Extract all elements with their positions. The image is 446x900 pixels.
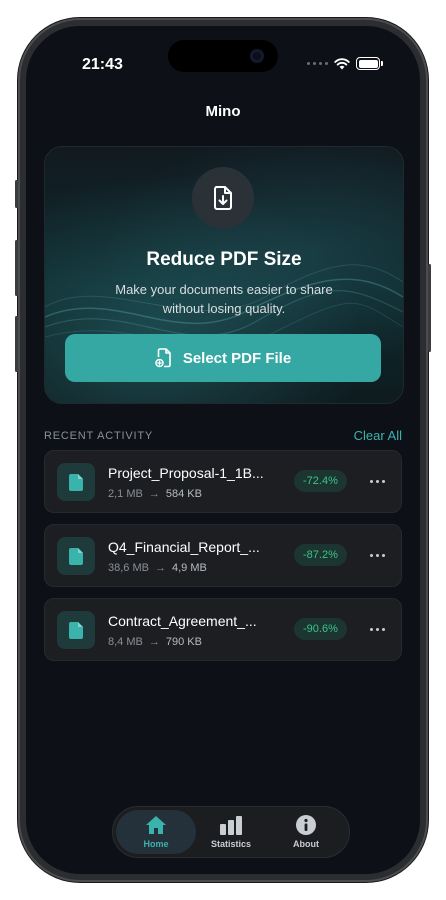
original-size: 2,1 MB	[108, 488, 143, 500]
more-options-icon[interactable]	[365, 544, 389, 566]
tab-about[interactable]: About	[266, 810, 346, 854]
hero-subtitle-line1: Make your documents easier to share	[115, 282, 333, 297]
hero-title: Reduce PDF Size	[146, 249, 302, 270]
list-item[interactable]: Q4_Financial_Report_... 38,6 MB → 4,9 MB…	[44, 524, 402, 587]
bar-chart-icon	[220, 816, 242, 835]
file-name: Q4_Financial_Report_...	[108, 539, 260, 555]
info-icon	[296, 815, 316, 835]
power-button	[428, 264, 431, 352]
tab-statistics-label: Statistics	[210, 839, 252, 849]
status-time: 21:43	[82, 56, 123, 73]
wifi-icon	[334, 57, 350, 69]
tab-home-label: Home	[143, 839, 169, 849]
original-size: 38,6 MB	[108, 562, 149, 574]
file-download-icon	[192, 167, 254, 229]
recent-activity-header: RECENT ACTIVITY Clear All	[44, 428, 402, 443]
hero-subtitle-line2: without losing quality.	[162, 301, 286, 316]
tab-home[interactable]: Home	[116, 810, 196, 854]
volume-up-button	[15, 240, 18, 296]
file-add-icon	[155, 348, 171, 368]
list-item[interactable]: Project_Proposal-1_1B... 2,1 MB → 584 KB…	[44, 450, 402, 513]
original-size: 8,4 MB	[108, 636, 143, 648]
arrow-right-icon: →	[154, 562, 166, 574]
arrow-right-icon: →	[148, 636, 160, 648]
file-name: Contract_Agreement_...	[108, 613, 257, 629]
signal-icon	[307, 62, 328, 65]
status-indicators	[307, 57, 383, 70]
document-icon	[57, 463, 95, 501]
recent-activity-list: Project_Proposal-1_1B... 2,1 MB → 584 KB…	[44, 450, 402, 672]
file-sizes: 38,6 MB → 4,9 MB	[108, 562, 207, 574]
action-button	[15, 180, 18, 208]
dynamic-island	[168, 40, 278, 72]
reduction-badge: -90.6%	[294, 618, 347, 640]
volume-down-button	[15, 316, 18, 372]
file-name: Project_Proposal-1_1B...	[108, 465, 264, 481]
app-title: Mino	[205, 103, 241, 120]
reduction-badge: -87.2%	[294, 544, 347, 566]
file-sizes: 8,4 MB → 790 KB	[108, 636, 202, 648]
more-options-icon[interactable]	[365, 470, 389, 492]
document-icon	[57, 611, 95, 649]
arrow-right-icon: →	[148, 488, 160, 500]
battery-icon	[356, 57, 383, 70]
clear-all-button[interactable]: Clear All	[354, 428, 402, 443]
tab-statistics[interactable]: Statistics	[191, 810, 271, 854]
list-item[interactable]: Contract_Agreement_... 8,4 MB → 790 KB -…	[44, 598, 402, 661]
select-pdf-button[interactable]: Select PDF File	[65, 334, 381, 382]
tab-bar: Home Statistics About	[112, 806, 350, 858]
compressed-size: 790 KB	[165, 636, 202, 648]
more-options-icon[interactable]	[365, 618, 389, 640]
hero-card: Reduce PDF Size Make your documents easi…	[44, 146, 404, 404]
tab-about-label: About	[293, 839, 319, 849]
compressed-size: 584 KB	[165, 488, 202, 500]
select-pdf-label: Select PDF File	[182, 349, 292, 367]
compressed-size: 4,9 MB	[171, 562, 207, 574]
phone-frame: 21:43 Mino Reduce PDF Size Make your doc…	[15, 18, 431, 882]
hero-subtitle: Make your documents easier to share with…	[95, 280, 353, 318]
reduction-badge: -72.4%	[294, 470, 347, 492]
file-sizes: 2,1 MB → 584 KB	[108, 488, 202, 500]
camera-icon	[250, 49, 264, 63]
document-icon	[57, 537, 95, 575]
screen: 21:43 Mino Reduce PDF Size Make your doc…	[26, 26, 420, 874]
section-label: RECENT ACTIVITY	[44, 429, 153, 442]
home-icon	[146, 816, 166, 834]
